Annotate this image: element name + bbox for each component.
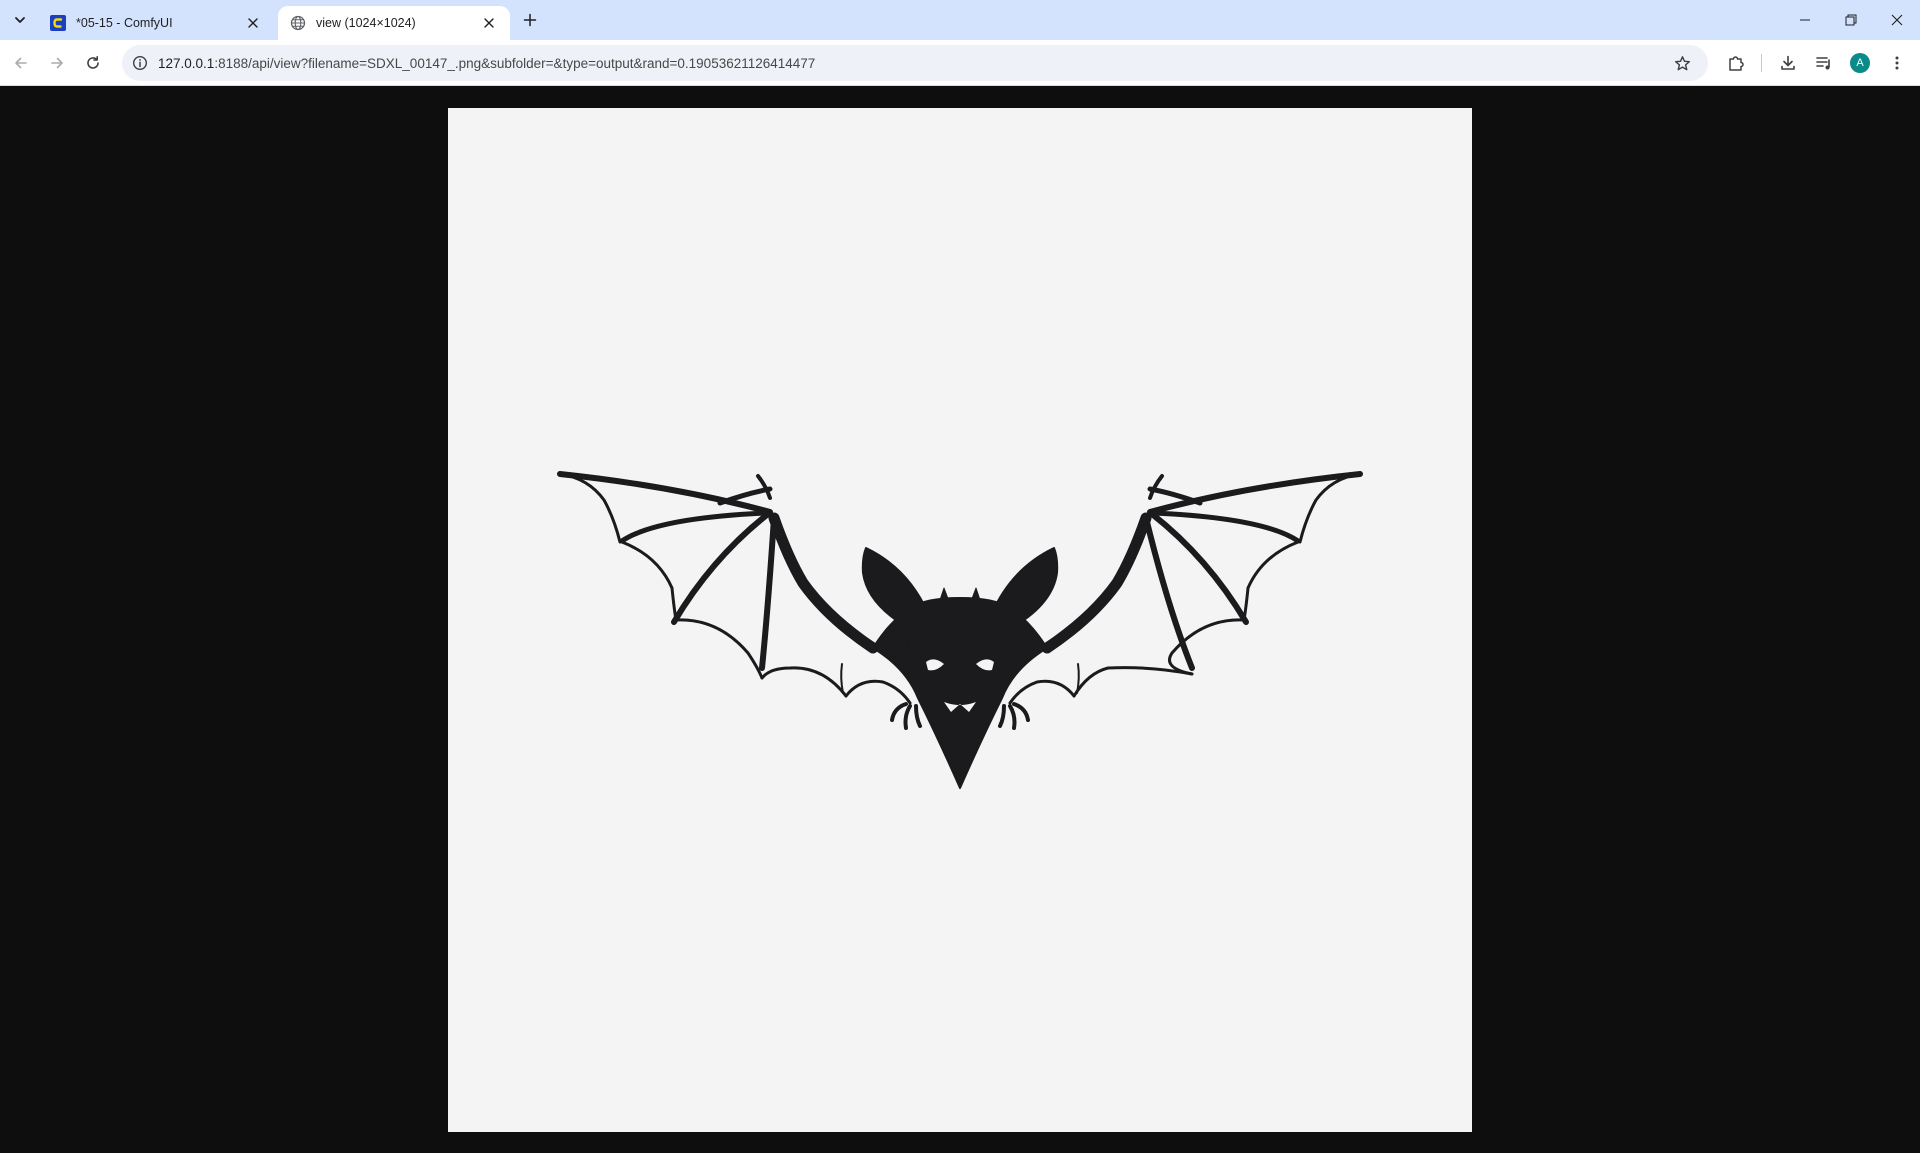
back-button[interactable]: [5, 47, 37, 79]
url-text[interactable]: 127.0.0.1:8188/api/view?filename=SDXL_00…: [158, 56, 815, 71]
forward-button[interactable]: [41, 47, 73, 79]
restore-button[interactable]: [1828, 0, 1874, 40]
close-window-button[interactable]: [1874, 0, 1920, 40]
more-vertical-icon: [1895, 56, 1899, 70]
minimize-button[interactable]: [1782, 0, 1828, 40]
restore-icon: [1845, 14, 1857, 26]
tab-close-button[interactable]: [244, 14, 262, 32]
download-icon: [1781, 55, 1795, 70]
plus-icon: [523, 13, 537, 27]
url-path: :8188/api/view?filename=SDXL_00147_.png&…: [214, 55, 816, 71]
reload-icon: [87, 56, 99, 69]
globe-icon: [290, 15, 306, 31]
tab-strip: *05-15 - ComfyUI view (1024×1024): [0, 0, 1920, 40]
toolbar-divider: [1761, 54, 1762, 72]
browser-menu-button[interactable]: [1881, 47, 1913, 79]
tab-title: *05-15 - ComfyUI: [76, 16, 173, 30]
url-host: 127.0.0.1: [158, 55, 215, 71]
site-info-button[interactable]: [124, 47, 156, 79]
profile-button[interactable]: A: [1844, 47, 1876, 79]
bat-silhouette: [557, 471, 1363, 789]
bookmark-button[interactable]: [1666, 47, 1698, 79]
address-bar[interactable]: 127.0.0.1:8188/api/view?filename=SDXL_00…: [122, 45, 1708, 81]
image-viewer-area: [0, 87, 1920, 1153]
arrow-left-icon: [15, 57, 27, 69]
minimize-icon: [1800, 19, 1810, 21]
info-icon: [132, 55, 148, 71]
avatar: A: [1850, 53, 1870, 73]
close-icon: [1891, 14, 1903, 26]
downloads-button[interactable]: [1772, 47, 1804, 79]
tab-title: view (1024×1024): [316, 16, 416, 30]
tab-comfyui[interactable]: *05-15 - ComfyUI: [38, 6, 274, 40]
extensions-button[interactable]: [1720, 47, 1752, 79]
arrow-right-icon: [51, 57, 63, 69]
close-icon: [484, 18, 494, 28]
media-controls-button[interactable]: [1808, 47, 1840, 79]
comfyui-logo-icon: [50, 15, 66, 31]
generated-image[interactable]: [448, 108, 1472, 1132]
puzzle-icon: [1729, 56, 1744, 71]
tab-close-button[interactable]: [480, 14, 498, 32]
chevron-down-icon: [15, 17, 25, 23]
browser-toolbar: 127.0.0.1:8188/api/view?filename=SDXL_00…: [0, 40, 1920, 86]
close-icon: [248, 18, 258, 28]
tab-search-button[interactable]: [6, 6, 34, 34]
tab-image-view[interactable]: view (1024×1024): [278, 6, 510, 40]
media-queue-icon: [1816, 57, 1830, 70]
reload-button[interactable]: [77, 47, 109, 79]
new-tab-button[interactable]: [518, 8, 542, 32]
star-icon: [1674, 55, 1690, 70]
